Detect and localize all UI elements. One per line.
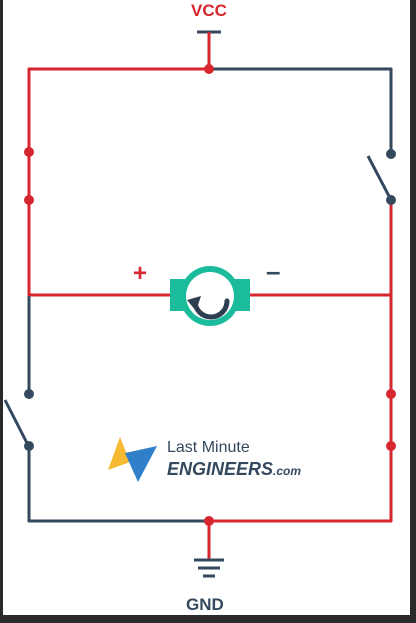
dc-motor [170, 266, 250, 326]
gnd-symbol [194, 521, 224, 578]
switch-contact-dot [24, 389, 34, 399]
switch-contact-dot [386, 441, 396, 451]
circuit-schematic [0, 0, 416, 623]
lightning-bolt-icon [108, 437, 157, 482]
switch-contact-dot [24, 441, 34, 451]
motor-positive-label: + [133, 260, 148, 287]
site-logo: Last Minute ENGINEERS.com [167, 440, 301, 479]
gnd-label: GND [186, 595, 224, 614]
logo-domain-suffix: .com [273, 464, 302, 478]
bottom-left-switch [3, 296, 31, 522]
switch-contact-dot [386, 389, 396, 399]
logo-line-2: ENGINEERS.com [167, 460, 301, 479]
switch-contact-dot [24, 195, 34, 205]
switch-contact-dot [386, 195, 396, 205]
frame-left-border [0, 0, 3, 623]
frame-right-border [410, 0, 416, 623]
top-right-switch [366, 68, 393, 294]
junction-dot-vcc [204, 64, 214, 74]
switch-contact-dot [24, 147, 34, 157]
h-bridge-diagram: VCC GND + – Last Minute ENGINEERS.com [0, 0, 416, 623]
motor-negative-label: – [266, 256, 281, 286]
vcc-label: VCC [191, 1, 227, 20]
switch-contact-dot [386, 149, 396, 159]
frame-bottom-border [0, 615, 416, 623]
junction-dot-gnd [204, 516, 214, 526]
motor-face [186, 272, 234, 320]
logo-brand-text: ENGINEERS [167, 459, 274, 479]
logo-line-1: Last Minute [167, 439, 250, 456]
